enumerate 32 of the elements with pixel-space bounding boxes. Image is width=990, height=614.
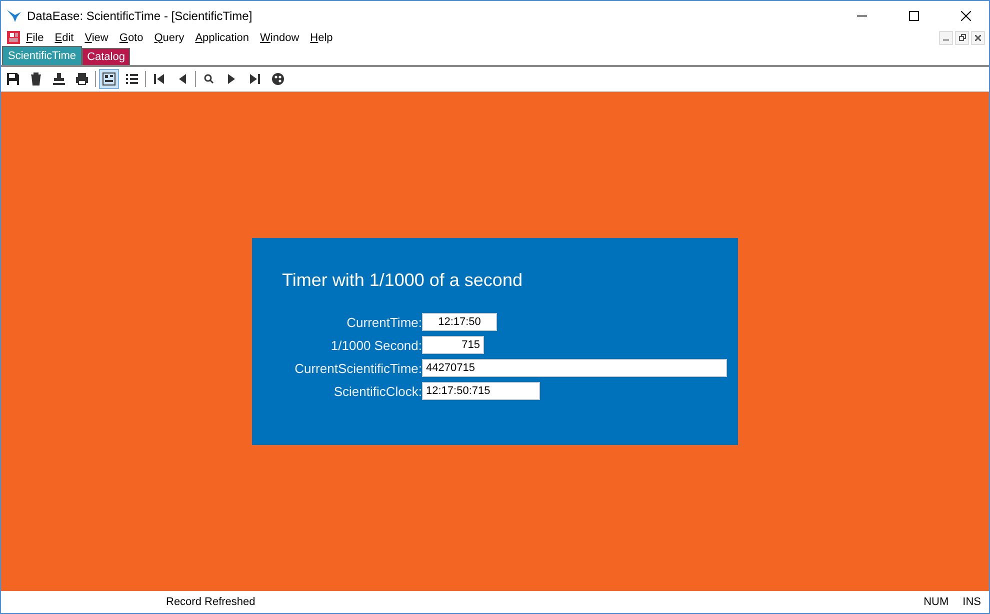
minimize-button[interactable] — [939, 30, 953, 44]
close-icon — [975, 34, 981, 40]
input-field[interactable]: 44270715 — [422, 359, 727, 377]
menu-item[interactable]: Query — [149, 32, 190, 44]
input-field[interactable]: 12:17:50 — [422, 313, 497, 331]
form-title: Timer with 1/1000 of a second — [282, 270, 524, 291]
restore-icon — [958, 34, 966, 41]
close-icon[interactable] — [961, 10, 971, 20]
status-indicator: INS — [962, 596, 981, 608]
status-message: Record Refreshed — [166, 596, 256, 608]
menu-item[interactable]: Help — [305, 32, 338, 44]
status-indicator: NUM — [924, 596, 949, 608]
input-field[interactable]: 715 — [422, 336, 484, 354]
menu-item[interactable]: File — [21, 32, 49, 44]
input-field[interactable]: 12:17:50:715 — [422, 382, 540, 400]
field-label: CurrentScientificTime: — [294, 360, 422, 376]
menu-item[interactable]: Application — [190, 32, 254, 44]
menu-item[interactable]: Window — [255, 32, 304, 44]
menu-item[interactable]: Goto — [114, 32, 148, 44]
form-view-icon[interactable] — [99, 69, 119, 89]
close-button[interactable] — [971, 30, 985, 44]
field-label: CurrentTime: — [346, 314, 422, 330]
field-label: 1/1000 Second: — [330, 338, 422, 352]
field-label: ScientificClock: — [332, 384, 422, 398]
menu-item[interactable]: View — [80, 32, 114, 44]
maximize-icon[interactable] — [909, 10, 919, 20]
bird-logo-icon — [7, 10, 21, 22]
tab[interactable]: Catalog — [82, 48, 130, 65]
restore-button[interactable] — [955, 30, 969, 44]
app-icon[interactable] — [7, 31, 20, 44]
menu-item[interactable]: Edit — [50, 32, 79, 44]
window-title: DataEase: ScientificTime - [ScientificTime] — [27, 8, 254, 22]
